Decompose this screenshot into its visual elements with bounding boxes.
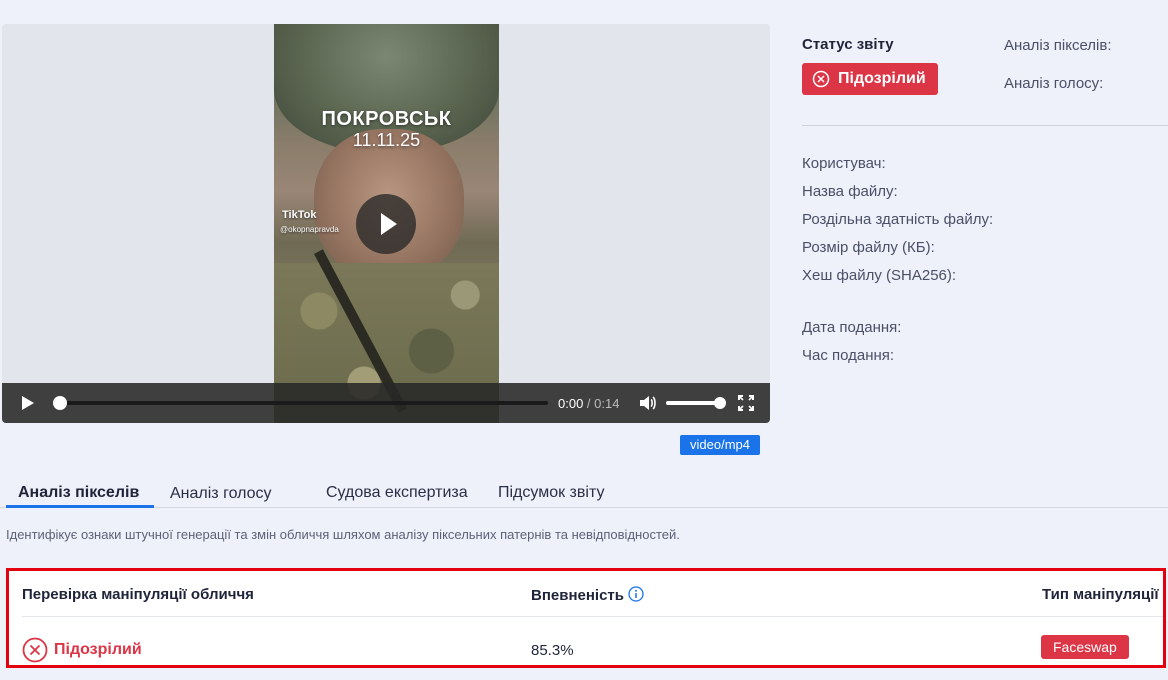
current-time: 0:00 bbox=[558, 396, 584, 411]
status-badge-label: Підозрілий bbox=[838, 70, 926, 87]
duration: 0:14 bbox=[594, 396, 620, 411]
status-badge: Підозрілий bbox=[802, 63, 938, 95]
column-header-check: Перевірка маніпуляції обличчя bbox=[22, 586, 254, 603]
play-icon[interactable] bbox=[20, 395, 36, 411]
result-confidence: 85.3% bbox=[531, 642, 574, 659]
time-separator: / bbox=[583, 396, 595, 411]
mime-type-badge: video/mp4 bbox=[680, 435, 760, 455]
tab-pixel-analysis[interactable]: Аналіз пікселів bbox=[18, 484, 139, 502]
seek-thumb[interactable] bbox=[53, 396, 67, 410]
column-header-confidence-label: Впевненість bbox=[531, 587, 624, 604]
filename-label: Назва файлу: bbox=[802, 183, 898, 200]
filesize-label: Розмір файлу (КБ): bbox=[802, 239, 935, 256]
tab-voice-analysis[interactable]: Аналіз голосу bbox=[170, 485, 272, 503]
active-tab-indicator bbox=[6, 505, 154, 508]
column-header-type: Тип маніпуляції bbox=[1042, 586, 1159, 603]
table-row-separator bbox=[22, 616, 1163, 617]
pixel-analysis-label: Аналіз пікселів: bbox=[1004, 37, 1112, 54]
user-label: Користувач: bbox=[802, 155, 886, 172]
status-title: Статус звіту bbox=[802, 36, 894, 53]
seek-bar[interactable] bbox=[53, 396, 548, 410]
volume-icon[interactable] bbox=[638, 394, 656, 412]
voice-analysis-label: Аналіз голосу: bbox=[1004, 75, 1104, 92]
volume-slider[interactable] bbox=[666, 397, 726, 409]
volume-thumb[interactable] bbox=[714, 397, 726, 409]
submit-time-label: Час подання: bbox=[802, 347, 895, 364]
hash-label: Хеш файлу (SHA256): bbox=[802, 267, 957, 284]
results-table: Перевірка маніпуляції обличчя Впевненіст… bbox=[6, 568, 1166, 668]
tiktok-handle: @okopnapravda bbox=[280, 225, 339, 234]
result-status-label: Підозрілий bbox=[54, 641, 142, 658]
analysis-tabs: Аналіз пікселів Аналіз голосу Судова екс… bbox=[0, 478, 1168, 508]
video-overlay-date: 11.11.25 bbox=[352, 130, 421, 150]
x-circle-icon bbox=[812, 70, 830, 88]
big-play-icon[interactable] bbox=[356, 194, 416, 254]
tab-forensics[interactable]: Судова експертиза bbox=[326, 484, 468, 502]
manipulation-type-badge: Faceswap bbox=[1041, 635, 1129, 659]
video-controls: 0:00 / 0:14 bbox=[2, 383, 770, 423]
info-icon[interactable] bbox=[628, 586, 644, 602]
time-display: 0:00 / 0:14 bbox=[558, 396, 619, 411]
submit-date-label: Дата подання: bbox=[802, 319, 902, 336]
tab-description: Ідентифікує ознаки штучної генерації та … bbox=[6, 527, 680, 542]
tiktok-watermark: TikTok bbox=[282, 209, 317, 221]
divider bbox=[802, 125, 1168, 126]
fullscreen-icon[interactable] bbox=[738, 395, 754, 411]
video-player[interactable]: ПОКРОВСЬК 11.11.25 TikTok @okopnapravda … bbox=[2, 24, 770, 423]
video-overlay-city: ПОКРОВСЬК bbox=[321, 108, 452, 130]
column-header-confidence: Впевненість bbox=[531, 586, 644, 604]
x-circle-icon bbox=[22, 637, 48, 663]
result-status: Підозрілий bbox=[22, 637, 142, 663]
resolution-label: Роздільна здатність файлу: bbox=[802, 211, 994, 228]
tab-report-summary[interactable]: Підсумок звіту bbox=[498, 484, 604, 502]
